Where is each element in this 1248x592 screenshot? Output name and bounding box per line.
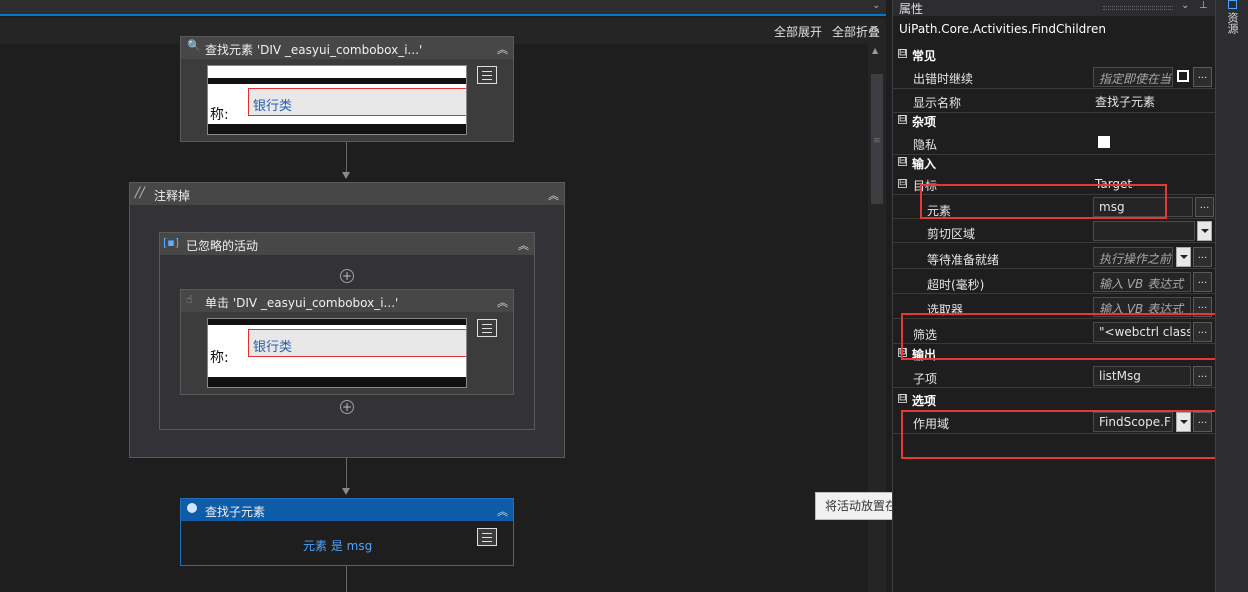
collapse-section-icon[interactable]: ⊟ (898, 49, 907, 58)
collapse-all-link[interactable]: 全部折叠 (832, 23, 880, 40)
activity-header: 🔍 查找元素 'DIV _easyui_combobox_i...' ︽ (181, 37, 513, 59)
arrow-down-icon (342, 172, 350, 179)
checkbox[interactable] (1177, 70, 1189, 82)
annotation-box-scope (901, 410, 1217, 459)
activity-title: 查找元素 'DIV _easyui_combobox_i...' (205, 43, 423, 57)
add-activity-icon[interactable]: + (340, 400, 354, 414)
menu-icon[interactable] (477, 66, 497, 84)
collapse-section-icon[interactable]: ⊟ (898, 157, 907, 166)
chevron-down-icon[interactable]: ⌄ (1181, 0, 1189, 11)
collapse-section-icon[interactable]: ⊟ (898, 394, 907, 403)
ellipsis-button[interactable]: ... (1195, 197, 1214, 217)
activity-click[interactable]: ☝ 单击 'DIV _easyui_combobox_i...' ︽ 银行类 称… (180, 289, 514, 395)
bracket-icon: [▪] (163, 236, 180, 249)
continue-on-error-input[interactable]: 指定即使在当 (1093, 67, 1173, 87)
collapse-icon[interactable]: ︽ (518, 237, 529, 253)
dropdown-arrow-icon[interactable] (1176, 247, 1191, 267)
activity-header: 查找子元素 ︽ (181, 499, 513, 521)
right-tool-rail: 资源 (1215, 0, 1248, 592)
timeout-input[interactable]: 输入 VB 表达式 (1093, 272, 1191, 292)
ellipsis-button[interactable]: ... (1193, 272, 1212, 292)
annotation-box-filter (901, 313, 1217, 360)
comment-icon: // (135, 185, 145, 201)
prop-row-timeout: 超时(毫秒) 输入 VB 表达式 ... (893, 270, 1215, 294)
highlighted-element: 银行类 (248, 329, 466, 357)
section-options[interactable]: ⊟ 选项 (893, 390, 1215, 410)
workflow-designer[interactable]: ⌄ 全部展开 全部折叠 🔍 查找元素 'DIV _easyui_combobox… (0, 0, 931, 592)
activity-header: ☝ 单击 'DIV _easyui_combobox_i...' ︽ (181, 290, 513, 312)
properties-header: 属性 ⌄ ⊥ (893, 0, 1215, 16)
prop-row-children: 子项 listMsg ... (893, 364, 1215, 388)
private-checkbox[interactable] (1098, 136, 1110, 148)
collapse-icon[interactable]: ︽ (548, 187, 559, 203)
find-children-icon (187, 503, 197, 513)
grip-icon: ≡ (873, 136, 881, 146)
ellipsis-button[interactable]: ... (1193, 67, 1212, 87)
section-input[interactable]: ⊟ 输入 (893, 153, 1215, 173)
collapse-section-icon[interactable]: ⊟ (898, 115, 907, 124)
activity-summary: 元素 是 msg (303, 539, 373, 553)
activity-find-element[interactable]: 🔍 查找元素 'DIV _easyui_combobox_i...' ︽ 银行类… (180, 36, 514, 142)
prop-row-wait-for-ready: 等待准备就绪 执行操作之前 ... (893, 245, 1215, 269)
children-input[interactable]: listMsg (1093, 366, 1191, 386)
activity-ignored[interactable]: [▪] 已忽略的活动 ︽ + ☝ 单击 'DIV _easyui_combobo… (159, 232, 535, 430)
panel-title: 属性 (899, 2, 924, 16)
activity-comment-out[interactable]: // 注释掉 ︽ [▪] 已忽略的活动 ︽ + ☝ 单击 'DIV _easyu… (129, 182, 565, 458)
display-name-value[interactable]: 查找子元素 (1095, 93, 1155, 110)
arrow-down-icon (342, 488, 350, 495)
section-common[interactable]: ⊟ 常见 (893, 45, 1215, 65)
activity-type-name: UiPath.Core.Activities.FindChildren (899, 22, 1106, 36)
activity-find-children[interactable]: 查找子元素 ︽ 元素 是 msg (180, 498, 514, 566)
clipping-region-input[interactable] (1093, 221, 1195, 241)
scroll-up-icon[interactable]: ▲ (872, 46, 878, 55)
prop-row-clipping-region: 剪切区域 (893, 219, 1215, 243)
properties-panel: 属性 ⌄ ⊥ UiPath.Core.Activities.FindChildr… (892, 0, 1217, 592)
ellipsis-button[interactable]: ... (1193, 366, 1212, 386)
expand-all-link[interactable]: 全部展开 (774, 23, 822, 40)
search-icon: 🔍 (187, 39, 201, 52)
click-icon: ☝ (186, 293, 193, 306)
prop-row-display-name: 显示名称 查找子元素 (893, 89, 1215, 113)
annotation-box-element (920, 184, 1167, 219)
element-screenshot: 银行类 称: (207, 318, 467, 388)
designer-tab-strip: ⌄ (0, 0, 886, 16)
collapse-section-icon[interactable]: ⊟ (898, 179, 907, 188)
activity-title: 单击 'DIV _easyui_combobox_i...' (205, 296, 399, 310)
pin-icon[interactable]: ⊥ (1199, 0, 1208, 11)
activity-title: 已忽略的活动 (186, 239, 259, 253)
prop-row-continue-on-error: 出错时继续 指定即使在当 ... (893, 65, 1215, 89)
menu-icon[interactable] (477, 528, 497, 546)
ellipsis-button[interactable]: ... (1193, 247, 1212, 267)
activity-title: 查找子元素 (205, 505, 266, 519)
prop-row-private: 隐私 (893, 131, 1215, 155)
element-screenshot: 银行类 称: (207, 65, 467, 135)
section-misc[interactable]: ⊟ 杂项 (893, 111, 1215, 131)
chevron-down-icon[interactable]: ⌄ (872, 0, 880, 11)
activity-title: 注释掉 (154, 189, 191, 203)
resources-icon[interactable] (1228, 0, 1237, 9)
highlighted-element: 银行类 (248, 88, 466, 116)
wait-for-ready-input[interactable]: 执行操作之前 (1093, 247, 1173, 267)
collapse-icon[interactable]: ︽ (497, 41, 508, 57)
collapse-icon[interactable]: ︽ (497, 503, 508, 519)
dropdown-arrow-icon[interactable] (1197, 221, 1212, 241)
resources-tab[interactable]: 资源 (1226, 12, 1240, 34)
collapse-icon[interactable]: ︽ (497, 294, 508, 310)
menu-icon[interactable] (477, 319, 497, 337)
activity-header: [▪] 已忽略的活动 ︽ (160, 233, 534, 255)
activity-header: // 注释掉 ︽ (130, 183, 564, 205)
add-activity-icon[interactable]: + (340, 269, 354, 283)
